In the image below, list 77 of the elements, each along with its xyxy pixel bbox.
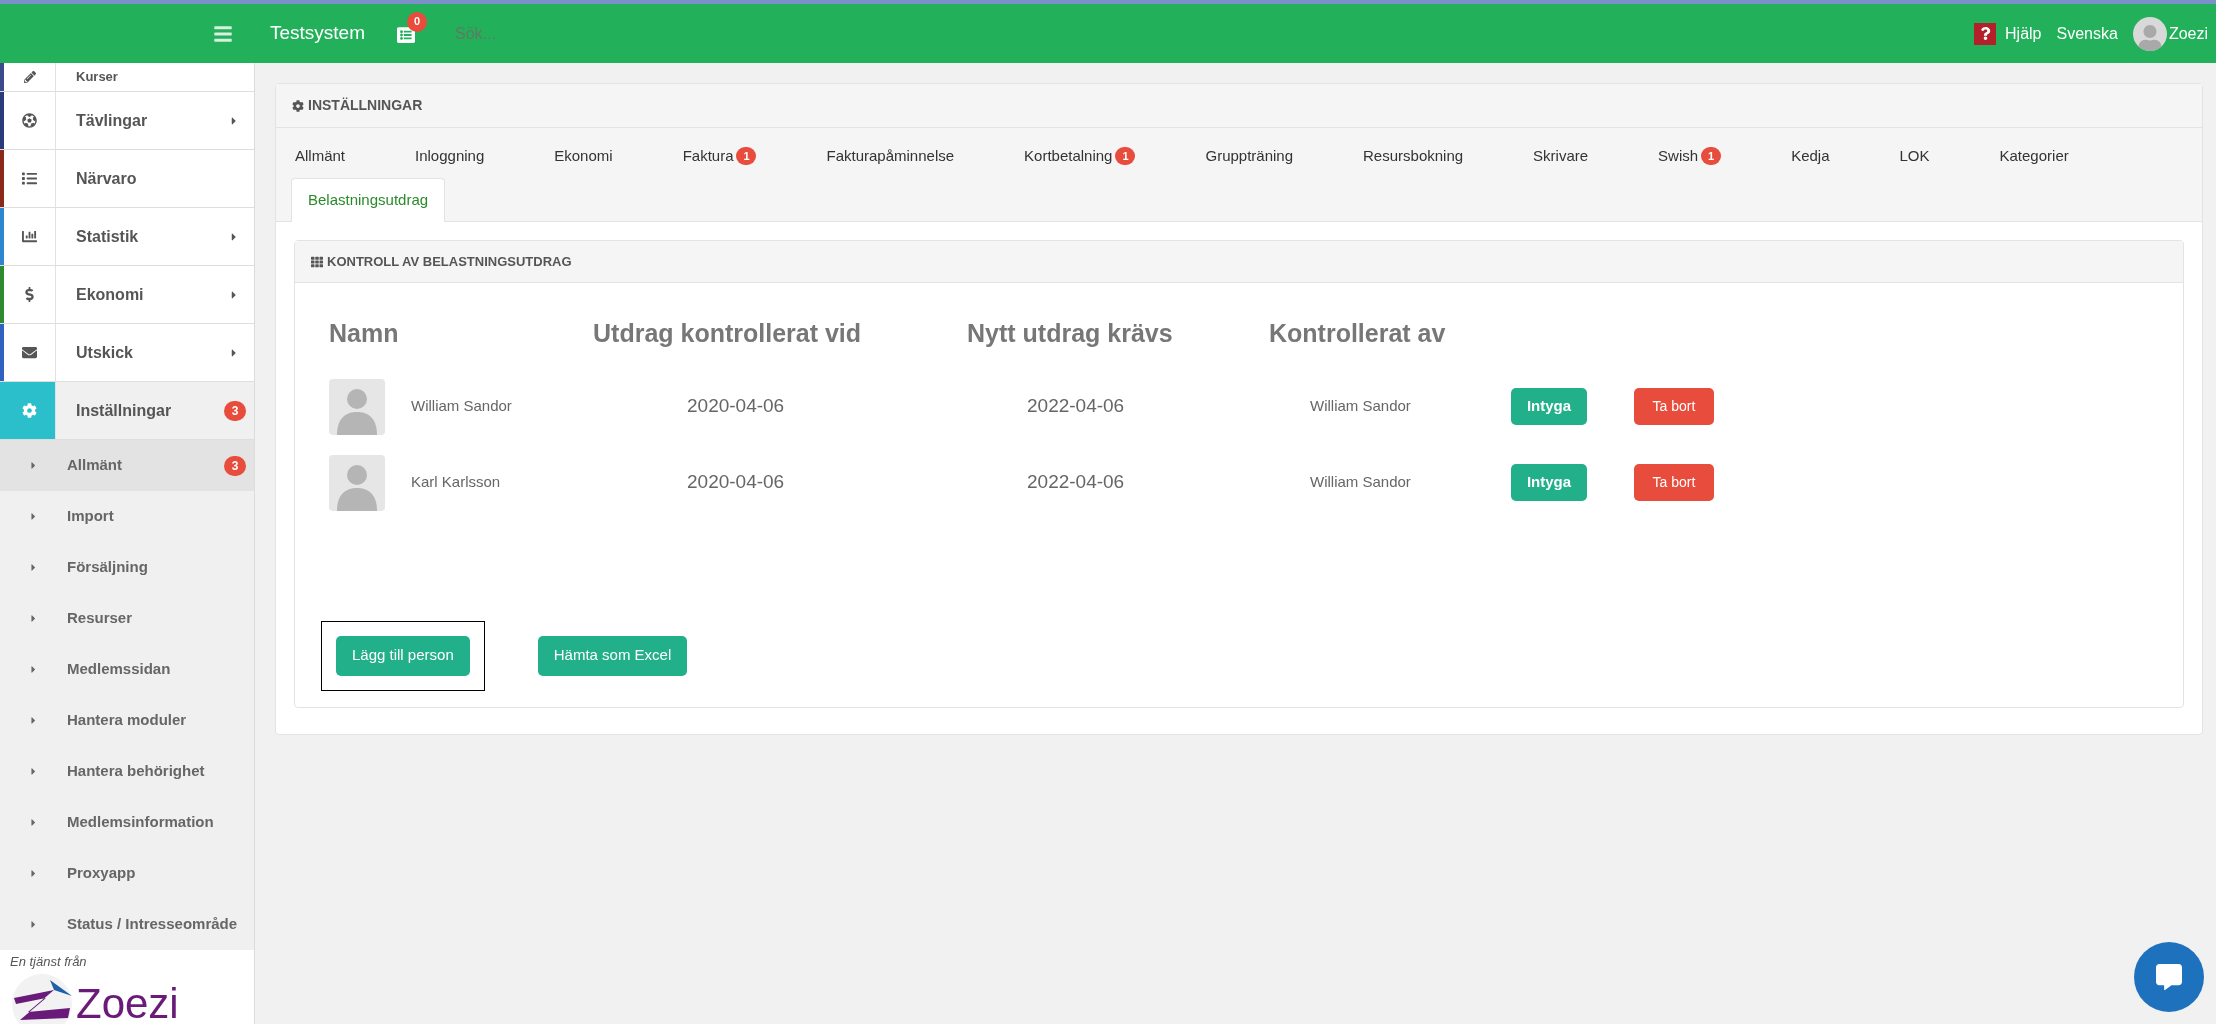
settings-tab[interactable]: Kategorier bbox=[1997, 134, 2071, 178]
list-icon bbox=[22, 171, 37, 186]
settings-tab[interactable]: Kortbetalning 1 bbox=[1022, 134, 1138, 178]
menu-icon[interactable] bbox=[213, 23, 233, 44]
settings-tab[interactable]: LOK bbox=[1897, 134, 1932, 178]
sidebar-item[interactable]: Närvaro bbox=[0, 150, 254, 208]
footer-caption: En tjänst från bbox=[10, 953, 88, 971]
sidebar-label: Ekonomi bbox=[76, 284, 144, 305]
settings-tab[interactable]: Ekonomi bbox=[552, 134, 615, 178]
submenu-label: Import bbox=[67, 506, 114, 527]
logo-text: Zoezi bbox=[76, 982, 179, 1024]
grid-icon bbox=[311, 255, 323, 268]
avatar-icon bbox=[329, 378, 385, 435]
sidebar-item[interactable]: Utskick bbox=[0, 324, 254, 382]
submenu-label: Hantera behörighet bbox=[67, 761, 205, 782]
delete-button[interactable]: Ta bort bbox=[1634, 388, 1714, 425]
sidebar-label: Kurser bbox=[76, 68, 118, 87]
sidebar-item[interactable]: Kurser bbox=[0, 63, 254, 92]
envelope-icon bbox=[22, 345, 37, 360]
user-avatar-icon[interactable] bbox=[2132, 16, 2167, 51]
person-name: William Sandor bbox=[411, 396, 512, 417]
table-cell-text: William Sandor bbox=[1310, 472, 1411, 493]
sidebar-label: Inställningar bbox=[76, 400, 172, 421]
avatar-icon bbox=[329, 454, 385, 511]
table-cell-text: 2022-04-06 bbox=[1027, 394, 1125, 419]
notification-badge: 0 bbox=[407, 11, 428, 32]
bar-chart-icon bbox=[22, 229, 37, 244]
table-cell-text: 2020-04-06 bbox=[687, 470, 785, 495]
submenu-label: Medlemsinformation bbox=[67, 812, 214, 833]
table-cell-text: 2022-04-06 bbox=[1027, 470, 1125, 495]
chat-icon bbox=[2156, 964, 2182, 990]
sidebar-item[interactable]: Ekonomi bbox=[0, 266, 254, 324]
search-field[interactable]: Sök... bbox=[455, 21, 756, 46]
sidebar-item[interactable]: Statistik bbox=[0, 208, 254, 266]
sidebar-label: Utskick bbox=[76, 342, 133, 363]
sidebar-label: Statistik bbox=[76, 226, 139, 247]
settings-tab[interactable]: Gruppträning bbox=[1203, 134, 1296, 178]
settings-tab[interactable]: Belastningsutdrag bbox=[291, 178, 446, 222]
submenu-label: Status / Intresseområde bbox=[67, 914, 238, 935]
count-badge: 3 bbox=[224, 400, 246, 421]
column-header: Nytt utdrag krävs bbox=[967, 318, 1173, 349]
pencil-icon bbox=[23, 71, 36, 83]
submenu-label: Hantera moduler bbox=[67, 710, 187, 731]
column-header: Utdrag kontrollerat vid bbox=[593, 318, 862, 349]
settings-tab[interactable]: Faktura 1 bbox=[680, 134, 759, 178]
person-name: Karl Karlsson bbox=[411, 472, 501, 493]
column-header: Namn bbox=[329, 318, 399, 349]
settings-icon bbox=[22, 403, 37, 418]
sidebar-item[interactable]: Inställningar 3 bbox=[0, 382, 254, 440]
document-icon[interactable] bbox=[397, 25, 416, 44]
submenu-label: Försäljning bbox=[67, 557, 148, 578]
settings-tab[interactable]: Resursbokning bbox=[1361, 134, 1466, 178]
submenu-label: Proxyapp bbox=[67, 863, 136, 884]
settings-tab[interactable]: Kedja bbox=[1789, 134, 1832, 178]
table-cell-text: 2020-04-06 bbox=[687, 394, 785, 419]
delete-button[interactable]: Ta bort bbox=[1634, 464, 1714, 501]
settings-tab[interactable]: Fakturapåminnelse bbox=[824, 134, 957, 178]
column-header: Kontrollerat av bbox=[1269, 318, 1446, 349]
settings-tab[interactable]: Allmänt bbox=[293, 134, 348, 178]
sidebar-label: Närvaro bbox=[76, 168, 137, 189]
app-name: Testsystem bbox=[270, 21, 366, 46]
help-icon[interactable] bbox=[1974, 22, 1997, 45]
sidebar-item[interactable]: Tävlingar bbox=[0, 92, 254, 150]
inner-panel-title: KONTROLL AV BELASTNINGSUTDRAG bbox=[327, 252, 572, 271]
count-badge: 3 bbox=[224, 455, 246, 476]
submenu-item[interactable]: Allmänt 3 bbox=[0, 440, 254, 491]
settings-tab[interactable]: Swish 1 bbox=[1656, 134, 1724, 178]
submenu-label: Resurser bbox=[67, 608, 133, 629]
submenu-label: Medlemssidan bbox=[67, 659, 171, 680]
table-cell-text: William Sandor bbox=[1310, 396, 1411, 417]
sidebar-label: Tävlingar bbox=[76, 110, 148, 131]
submenu-label: Allmänt bbox=[67, 455, 122, 476]
settings-tab[interactable]: Skrivare bbox=[1531, 134, 1591, 178]
settings-icon bbox=[292, 99, 304, 112]
logo-icon bbox=[10, 971, 74, 1024]
panel-title: INSTÄLLNINGAR bbox=[308, 96, 423, 115]
settings-tab[interactable]: Inloggning bbox=[413, 134, 487, 178]
